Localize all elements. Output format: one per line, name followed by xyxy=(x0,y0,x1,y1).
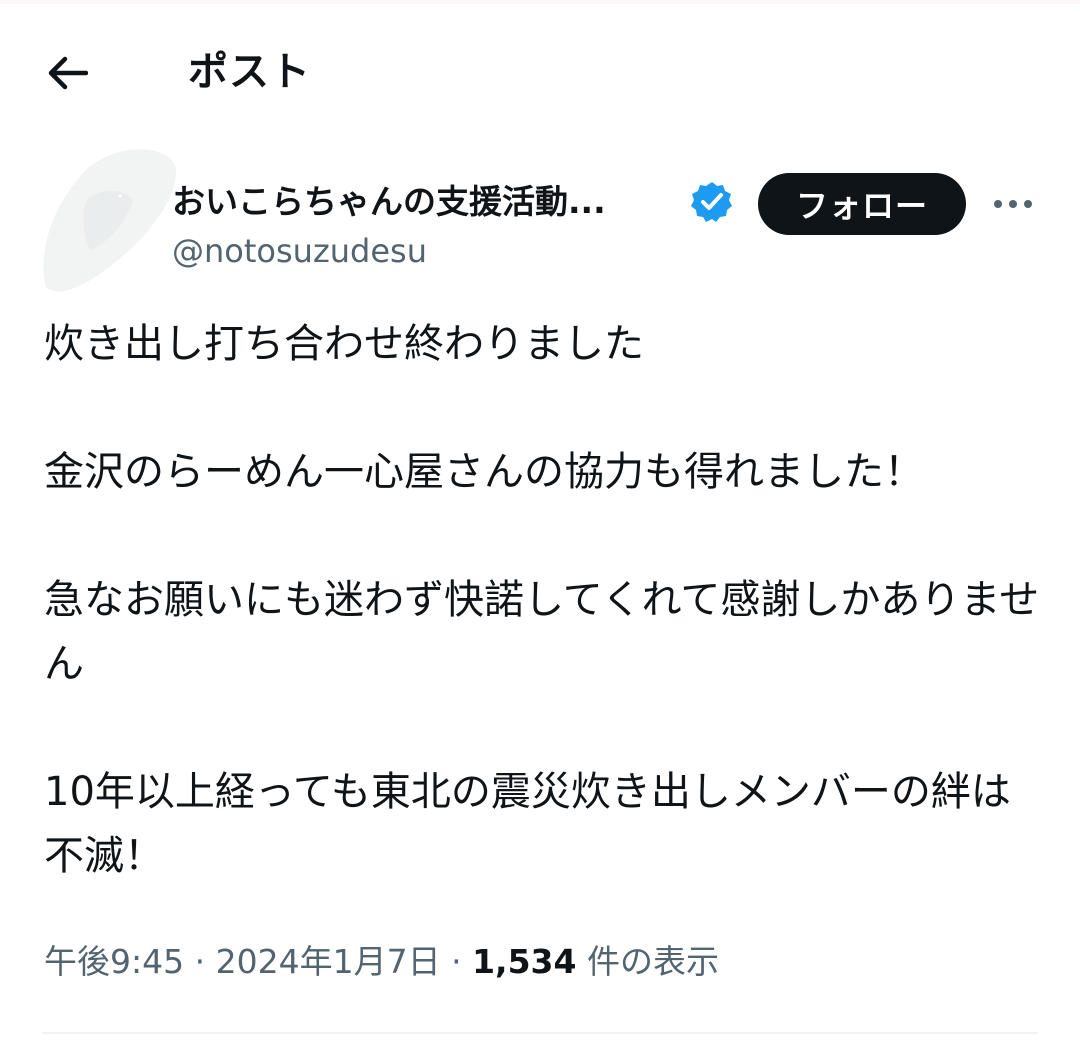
author-display-name[interactable]: おいこらちゃんの支援活動... xyxy=(172,177,606,227)
more-button[interactable] xyxy=(988,182,1038,226)
post-date[interactable]: 2024年1月7日 xyxy=(216,942,441,981)
meta-separator: · xyxy=(451,942,462,981)
post-paragraph: 10年以上経っても東北の震災炊き出しメンバーの絆は不滅！ xyxy=(44,769,1011,879)
page-title: ポスト xyxy=(188,49,311,95)
post-paragraph: 炊き出し打ち合わせ終わりました xyxy=(44,321,644,367)
verified-badge-icon[interactable] xyxy=(690,180,734,224)
arrow-left-icon xyxy=(48,56,88,90)
post-time[interactable]: 午後9:45 xyxy=(44,942,184,981)
views-count: 1,534 xyxy=(472,942,577,981)
author-name-row: おいこらちゃんの支援活動... xyxy=(172,172,606,232)
avatar-image xyxy=(43,149,177,292)
post-paragraph: 金沢のらーめん一心屋さんの協力も得れました！ xyxy=(44,449,924,495)
post-meta: 午後9:45 · 2024年1月7日 · 1,534 件の表示 xyxy=(44,934,719,990)
post-text: 炊き出し打ち合わせ終わりました 金沢のらーめん一心屋さんの協力も得れました！ 急… xyxy=(44,312,1044,888)
more-horizontal-icon xyxy=(994,200,1032,208)
views-label: 件の表示 xyxy=(586,942,719,981)
avatar[interactable] xyxy=(28,138,178,300)
meta-separator: · xyxy=(194,942,206,981)
author-handle[interactable]: @notosuzudesu xyxy=(172,228,427,274)
back-button[interactable] xyxy=(38,48,98,98)
divider xyxy=(42,1032,1038,1034)
status-strip xyxy=(0,0,1080,4)
follow-button[interactable]: フォロー xyxy=(758,173,966,235)
post-paragraph: 急なお願いにも迷わず快諾してくれて感謝しかありません xyxy=(44,577,1040,687)
header: ポスト xyxy=(0,22,1080,122)
